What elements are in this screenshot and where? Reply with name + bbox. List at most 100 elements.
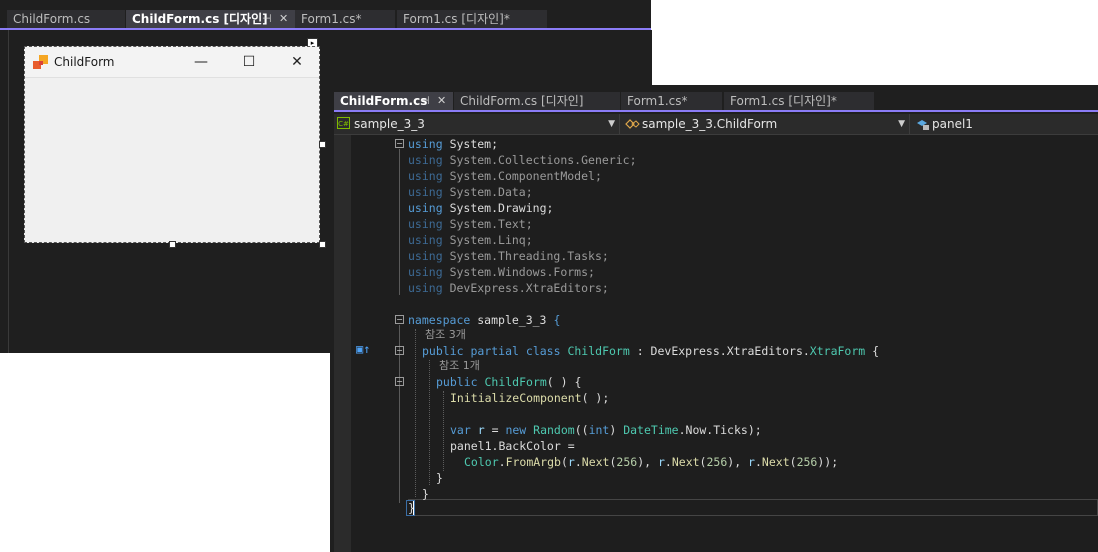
tab-form1-design[interactable]: Form1.cs [디자인]* [724, 92, 874, 110]
namespace-ref: System; [449, 137, 499, 151]
namespace-ref: System.Threading.Tasks; [449, 249, 609, 263]
outline-guide [399, 149, 400, 295]
minimize-icon[interactable]: — [191, 52, 211, 72]
code-line: } [436, 471, 443, 485]
keyword: using [408, 185, 443, 199]
variable: r [477, 423, 485, 437]
code-line: Color.FromArgb(r.Next(256), r.Next(256),… [464, 455, 839, 469]
codelens-references[interactable]: 참조 1개 [439, 358, 480, 374]
tab-label: Form1.cs* [301, 12, 362, 26]
keyword: public [436, 375, 478, 389]
editor-tab-bar: ChildForm.cs ⊣ ✕ ChildForm.cs [디자인] Form… [334, 92, 1098, 112]
tab-label: ChildForm.cs [13, 12, 91, 26]
code-editor-window: ChildForm.cs ⊣ ✕ ChildForm.cs [디자인] Form… [330, 85, 1098, 552]
namespace-ref: System.Windows.Forms; [449, 265, 595, 279]
namespace-ref: DevExpress.XtraEditors; [449, 281, 609, 295]
resize-handle-corner[interactable] [319, 241, 326, 248]
editor-gutter [334, 135, 351, 552]
code-line: using System.Drawing; [408, 200, 553, 216]
tab-form1-cs[interactable]: Form1.cs* [295, 10, 395, 28]
keyword: using [408, 201, 443, 215]
tab-label: ChildForm.cs [340, 94, 428, 108]
close-icon[interactable]: ✕ [437, 92, 446, 110]
code-line: using System.Windows.Forms; [408, 264, 595, 280]
code-line: public partial class ChildForm : DevExpr… [422, 343, 879, 359]
code-line: using System.Text; [408, 216, 533, 232]
brace: { [553, 313, 561, 327]
tab-label: Form1.cs [디자인]* [403, 12, 510, 26]
tab-form1-design[interactable]: Form1.cs [디자인]* [397, 10, 547, 28]
collapse-icon[interactable]: − [395, 139, 404, 148]
chevron-down-icon: ▼ [898, 119, 905, 129]
code-line: using System.Collections.Generic; [408, 152, 637, 168]
resize-handle-right[interactable] [319, 141, 326, 148]
form-title-bar: ChildForm — ☐ ✕ [25, 47, 319, 78]
chevron-down-icon: ▼ [608, 119, 615, 129]
close-icon[interactable]: ✕ [279, 10, 288, 28]
variable: r [748, 455, 755, 469]
keyword: partial [470, 344, 519, 358]
tab-childform-design[interactable]: ChildForm.cs [디자인] ⊣ ✕ [126, 10, 295, 28]
keyword: using [408, 249, 443, 263]
namespace-ref: System.Drawing; [449, 201, 554, 215]
tab-label: Form1.cs [디자인]* [730, 94, 837, 108]
class-dropdown[interactable]: sample_3_3.ChildForm ▼ [622, 114, 910, 134]
inheritance-margin-icon[interactable]: ▣↑ [356, 342, 370, 356]
collapse-icon[interactable]: − [395, 315, 404, 324]
method-call: FromArgb [505, 455, 561, 469]
resize-handle-bottom[interactable] [169, 241, 176, 248]
namespace-ref: System.Collections.Generic; [449, 153, 637, 167]
designer-form-preview[interactable]: ChildForm — ☐ ✕ [24, 46, 320, 243]
form-app-icon [33, 55, 48, 69]
code-line: panel1.BackColor = [450, 439, 575, 453]
field-lock-icon [917, 120, 929, 130]
keyword: class [525, 344, 561, 358]
punct: ( ) { [546, 375, 582, 389]
tab-form1-cs[interactable]: Form1.cs* [621, 92, 722, 110]
pin-icon[interactable]: ⊣ [262, 10, 272, 28]
code-line: using System.Threading.Tasks; [408, 248, 609, 264]
close-icon[interactable]: ✕ [287, 52, 307, 72]
namespace-ref: System.Text; [449, 217, 533, 231]
member-dropdown[interactable]: panel1 [912, 114, 1098, 134]
code-line: var r = new Random((int) DateTime.Now.Ti… [450, 423, 762, 437]
code-line: public ChildForm( ) { [436, 374, 581, 390]
keyword: using [408, 217, 443, 231]
keyword: using [408, 169, 443, 183]
brace: { [872, 344, 880, 358]
project-dropdown[interactable]: C# sample_3_3 ▼ [334, 114, 620, 134]
codelens-references[interactable]: 참조 3개 [425, 327, 466, 343]
pin-icon[interactable]: ⊣ [420, 92, 430, 110]
tab-childform-cs[interactable]: ChildForm.cs [7, 10, 125, 28]
keyword: using [408, 281, 443, 295]
indent-guide [415, 329, 416, 497]
type-name: ChildForm [484, 375, 547, 389]
keyword: using [408, 233, 443, 247]
method-call: InitializeComponent [450, 391, 582, 405]
method-call: Next [761, 455, 790, 469]
namespace-ref: System.ComponentModel; [449, 169, 602, 183]
type-name: Random [533, 423, 575, 437]
csharp-project-icon: C# [337, 117, 350, 129]
active-tab-underline [334, 110, 1098, 112]
namespace-ref: System.Linq; [449, 233, 533, 247]
current-line-highlight [408, 499, 1098, 516]
code-line: using DevExpress.XtraEditors; [408, 280, 609, 296]
code-editor[interactable]: ▣↑ − − − − using System; using System.Co… [334, 135, 1098, 552]
tab-childform-design[interactable]: ChildForm.cs [디자인] [454, 92, 620, 110]
collapse-icon[interactable]: − [395, 377, 404, 386]
punct: .Now.Ticks); [678, 423, 762, 437]
code-line: InitializeComponent( ); [450, 390, 609, 406]
maximize-icon[interactable]: ☐ [239, 52, 259, 72]
namespace-name: sample_3_3 [477, 313, 547, 327]
member-name: panel1 [932, 117, 973, 131]
text-caret [413, 501, 414, 515]
method-call: Next [671, 455, 700, 469]
project-name: sample_3_3 [354, 117, 425, 131]
class-name: sample_3_3.ChildForm [642, 117, 778, 131]
keyword: var [450, 423, 471, 437]
keyword: using [408, 137, 443, 151]
collapse-icon[interactable]: − [395, 346, 404, 355]
type-name: XtraForm [809, 344, 866, 358]
tab-childform-cs[interactable]: ChildForm.cs ⊣ ✕ [334, 92, 453, 110]
